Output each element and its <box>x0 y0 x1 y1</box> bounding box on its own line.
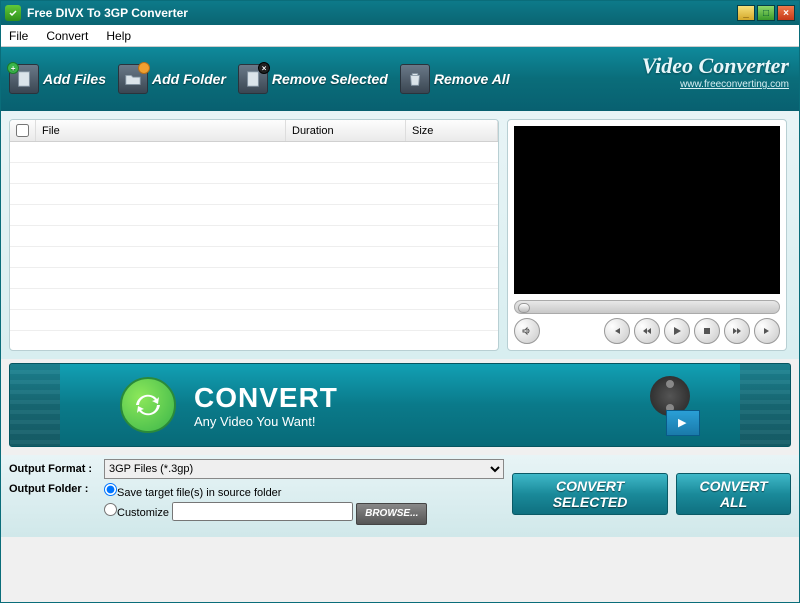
toolbar: + Add Files Add Folder × Remove Selected… <box>1 47 799 111</box>
table-row <box>10 247 498 268</box>
table-row <box>10 184 498 205</box>
customize-radio[interactable] <box>104 503 117 516</box>
table-row <box>10 310 498 331</box>
banner-subtitle: Any Video You Want! <box>194 414 338 429</box>
menu-file[interactable]: File <box>9 29 28 43</box>
output-folder-label: Output Folder : <box>9 483 104 495</box>
list-body[interactable] <box>10 142 498 351</box>
source-folder-option[interactable]: Save target file(s) in source folder <box>104 483 427 499</box>
file-remove-icon: × <box>238 64 268 94</box>
convert-icon <box>120 377 176 433</box>
brand: Video Converter www.freeconverting.com <box>642 53 789 90</box>
convert-all-button[interactable]: CONVERT ALL <box>676 473 791 515</box>
table-row <box>10 142 498 163</box>
output-format-select[interactable]: 3GP Files (*.3gp) <box>104 459 504 479</box>
banner-title: CONVERT <box>194 382 338 414</box>
remove-all-button[interactable]: Remove All <box>400 64 510 94</box>
remove-selected-label: Remove Selected <box>272 71 388 87</box>
table-row <box>10 289 498 310</box>
preview-panel <box>507 119 787 351</box>
maximize-button[interactable]: □ <box>757 5 775 21</box>
add-folder-label: Add Folder <box>152 71 226 87</box>
add-folder-button[interactable]: Add Folder <box>118 64 226 94</box>
add-files-button[interactable]: + Add Files <box>9 64 106 94</box>
folder-icon <box>118 64 148 94</box>
video-preview <box>514 126 780 294</box>
custom-path-input[interactable] <box>172 502 353 521</box>
convert-selected-button[interactable]: CONVERT SELECTED <box>512 473 668 515</box>
browse-button[interactable]: BROWSE... <box>356 503 427 525</box>
add-files-label: Add Files <box>43 71 106 87</box>
file-list: File Duration Size <box>9 119 499 351</box>
app-icon <box>5 5 21 21</box>
next-button[interactable] <box>754 318 780 344</box>
table-row <box>10 226 498 247</box>
video-clip-icon <box>640 376 700 436</box>
output-settings: Output Format : 3GP Files (*.3gp) Output… <box>9 459 504 529</box>
seek-slider[interactable] <box>514 300 780 314</box>
menu-help[interactable]: Help <box>106 29 131 43</box>
action-buttons: CONVERT SELECTED CONVERT ALL <box>512 459 791 529</box>
close-button[interactable]: × <box>777 5 795 21</box>
prev-button[interactable] <box>604 318 630 344</box>
player-controls <box>514 318 780 344</box>
convert-banner[interactable]: CONVERT Any Video You Want! <box>9 363 791 447</box>
main-area: File Duration Size <box>1 111 799 359</box>
title-bar: Free DIVX To 3GP Converter _ □ × <box>1 1 799 25</box>
rewind-button[interactable] <box>634 318 660 344</box>
remove-all-label: Remove All <box>434 71 510 87</box>
source-folder-radio[interactable] <box>104 483 117 496</box>
menu-convert[interactable]: Convert <box>46 29 88 43</box>
menu-bar: File Convert Help <box>1 25 799 47</box>
col-duration[interactable]: Duration <box>286 120 406 141</box>
filmstrip-left-icon <box>10 364 60 446</box>
select-all-checkbox[interactable] <box>16 124 29 137</box>
brand-title: Video Converter <box>642 53 789 79</box>
table-row <box>10 268 498 289</box>
window-title: Free DIVX To 3GP Converter <box>27 6 188 20</box>
play-button[interactable] <box>664 318 690 344</box>
output-format-label: Output Format : <box>9 463 104 475</box>
forward-button[interactable] <box>724 318 750 344</box>
customize-option[interactable]: Customize <box>104 507 169 519</box>
trash-icon <box>400 64 430 94</box>
minimize-button[interactable]: _ <box>737 5 755 21</box>
col-size[interactable]: Size <box>406 120 498 141</box>
bottom-panel: Output Format : 3GP Files (*.3gp) Output… <box>1 455 799 537</box>
customize-text: Customize <box>117 507 169 519</box>
volume-button[interactable] <box>514 318 540 344</box>
brand-url[interactable]: www.freeconverting.com <box>642 79 789 90</box>
list-header: File Duration Size <box>10 120 498 142</box>
filmstrip-right-icon <box>740 364 790 446</box>
source-folder-text: Save target file(s) in source folder <box>117 487 281 499</box>
table-row <box>10 205 498 226</box>
col-file[interactable]: File <box>36 120 286 141</box>
stop-button[interactable] <box>694 318 720 344</box>
remove-selected-button[interactable]: × Remove Selected <box>238 64 388 94</box>
file-icon: + <box>9 64 39 94</box>
table-row <box>10 163 498 184</box>
